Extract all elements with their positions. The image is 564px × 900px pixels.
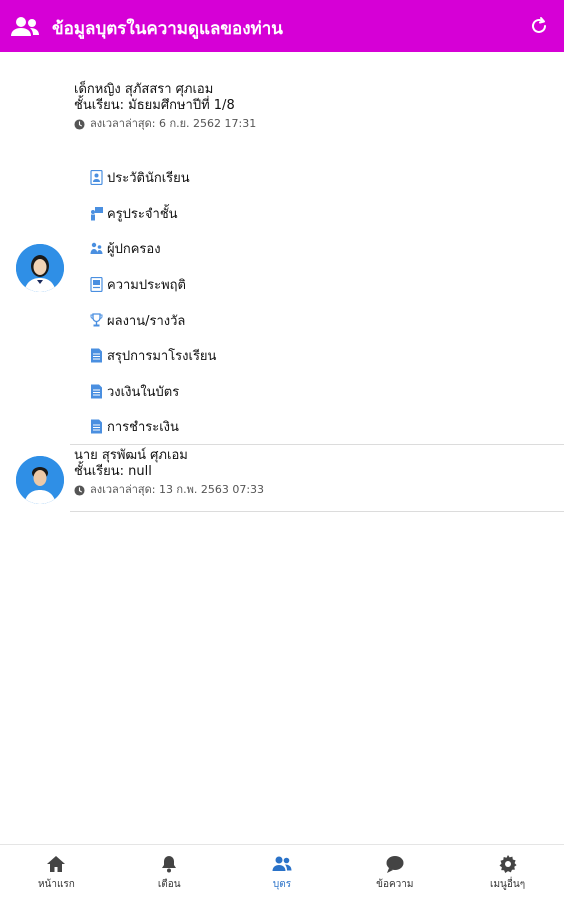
menu-guardian[interactable]: ผู้ปกครอง [90, 231, 490, 267]
child-info: เด็กหญิง สุภัสสรา ศุภเอม ชั้นเรียน: มัธย… [74, 82, 564, 132]
menu-homeroom-teacher[interactable]: ครูประจำชั้น [90, 196, 490, 232]
trophy-icon [90, 313, 103, 327]
nav-label: ข้อความ [376, 878, 414, 890]
menu-label: สรุปการมาโรงเรียน [107, 349, 217, 365]
gear-icon [499, 854, 517, 873]
refresh-icon[interactable] [528, 15, 550, 37]
menu-label: วงเงินในบัตร [107, 384, 180, 400]
child-name: นาย สุรพัฒน์ ศุภเอม [74, 448, 188, 463]
menu-label: ผลงาน/รางวัล [107, 313, 186, 329]
menu-label: ความประพฤติ [107, 278, 186, 294]
users-icon [11, 17, 39, 36]
menu-attendance-summary[interactable]: สรุปการมาโรงเรียน [90, 338, 490, 374]
last-update: ลงเวลาล่าสุด: 13 ก.พ. 2563 07:33 [74, 482, 564, 498]
nav-messages[interactable]: ข้อความ [338, 845, 451, 900]
page-title: ข้อมูลบุตรในความดูแลของท่าน [52, 19, 283, 39]
profile-icon [90, 170, 103, 186]
nav-label: เตือน [157, 878, 181, 890]
clock-icon [74, 484, 85, 496]
nav-more[interactable]: เมนูอื่นๆ [451, 845, 564, 900]
home-icon [47, 855, 66, 872]
menu-payment[interactable]: การชำระเงิน [90, 409, 490, 445]
nav-children[interactable]: บุตร [226, 845, 339, 900]
child-info: นาย สุรพัฒน์ ศุภเอม ชั้นเรียน: null ลงเว… [74, 448, 564, 498]
divider [70, 444, 564, 445]
child-class: ชั้นเรียน: มัธยมศึกษาปีที่ 1/8 [74, 98, 235, 113]
users-icon [272, 856, 292, 871]
child-menu: ประวัตินักเรียน ครูประจำชั้น ผู้ปกครอง ค… [90, 160, 490, 445]
menu-student-profile[interactable]: ประวัตินักเรียน [90, 160, 490, 196]
menu-label: ประวัตินักเรียน [107, 171, 190, 187]
parent-icon [90, 243, 103, 255]
last-update-text: ลงเวลาล่าสุด: 13 ก.พ. 2563 07:33 [90, 483, 265, 496]
menu-awards[interactable]: ผลงาน/รางวัล [90, 302, 490, 338]
last-update-text: ลงเวลาล่าสุด: 6 ก.ย. 2562 17:31 [90, 117, 257, 130]
clock-icon [74, 118, 85, 130]
chat-icon [386, 855, 404, 873]
nav-home[interactable]: หน้าแรก [0, 845, 113, 900]
behavior-icon [90, 277, 103, 293]
divider [70, 511, 564, 512]
child-class: ชั้นเรียน: null [74, 464, 152, 479]
teacher-icon [91, 206, 103, 221]
document-icon [91, 348, 102, 363]
menu-card-balance[interactable]: วงเงินในบัตร [90, 374, 490, 410]
menu-label: ครูประจำชั้น [107, 206, 178, 222]
nav-label: บุตร [272, 878, 292, 890]
nav-label: เมนูอื่นๆ [490, 878, 526, 890]
menu-label: ผู้ปกครอง [107, 242, 161, 258]
nav-alerts[interactable]: เตือน [113, 845, 226, 900]
child-card[interactable]: เด็กหญิง สุภัสสรา ศุภเอม ชั้นเรียน: มัธย… [0, 82, 564, 444]
document-icon [91, 419, 102, 434]
children-list: เด็กหญิง สุภัสสรา ศุภเอม ชั้นเรียน: มัธย… [0, 52, 564, 844]
last-update: ลงเวลาล่าสุด: 6 ก.ย. 2562 17:31 [74, 116, 564, 132]
avatar [16, 244, 64, 292]
nav-label: หน้าแรก [37, 878, 75, 890]
child-name: เด็กหญิง สุภัสสรา ศุภเอม [74, 82, 214, 97]
child-card[interactable]: นาย สุรพัฒน์ ศุภเอม ชั้นเรียน: null ลงเว… [0, 448, 564, 512]
avatar [16, 456, 64, 504]
menu-label: การชำระเงิน [107, 420, 179, 436]
bottom-nav: หน้าแรก เตือน บุตร ข้อความ เมนูอื่นๆ [0, 844, 564, 900]
app-header: ข้อมูลบุตรในความดูแลของท่าน [0, 0, 564, 52]
menu-behavior[interactable]: ความประพฤติ [90, 267, 490, 303]
document-icon [91, 384, 102, 399]
bell-icon [162, 855, 177, 872]
